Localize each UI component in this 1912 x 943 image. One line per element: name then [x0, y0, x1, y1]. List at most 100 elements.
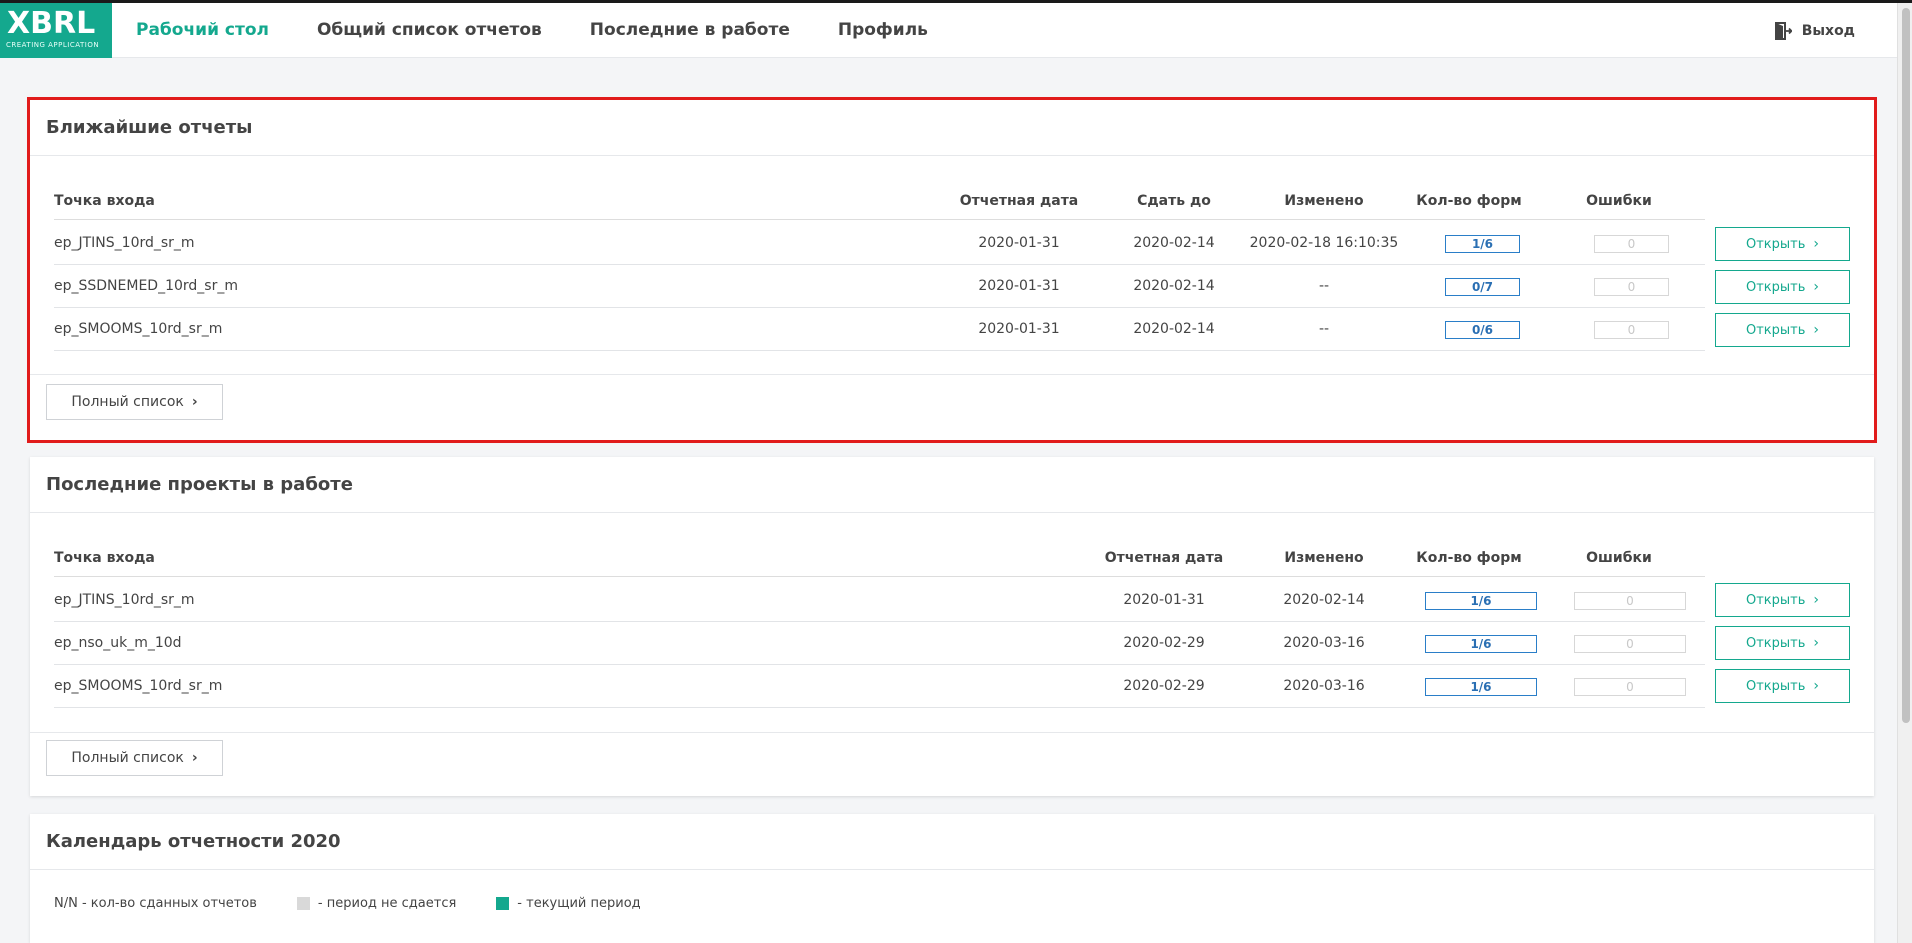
col-report-date: Отчетная дата: [1104, 550, 1224, 566]
logout-button[interactable]: Выход: [1774, 3, 1855, 58]
forms-count-badge[interactable]: 1/6: [1425, 678, 1537, 696]
legend-current-label: - текущий период: [517, 896, 641, 911]
chevron-right-icon: ›: [1813, 322, 1820, 338]
cell-due: 2020-02-14: [1133, 278, 1215, 294]
cell-report-date: 2020-01-31: [978, 235, 1060, 251]
chevron-right-icon: ›: [191, 394, 198, 410]
cell-report-date: 2020-01-31: [978, 321, 1060, 337]
cell-due: 2020-02-14: [1133, 235, 1215, 251]
col-entry: Точка входа: [54, 193, 155, 209]
cell-changed: 2020-02-14: [1283, 592, 1365, 608]
table-row: ep_JTINS_10rd_sr_m 2020-01-31 2020-02-14…: [54, 579, 1705, 622]
full-list-button[interactable]: Полный список ›: [46, 384, 223, 420]
legend-count: N/N - кол-во сданных отчетов: [54, 896, 257, 911]
cell-entry: ep_nso_uk_m_10d: [54, 635, 182, 651]
open-project-button[interactable]: Открыть ›: [1715, 583, 1850, 617]
cell-entry: ep_JTINS_10rd_sr_m: [54, 235, 195, 251]
open-button-label: Открыть: [1745, 635, 1806, 651]
chevron-right-icon: ›: [1813, 678, 1820, 694]
chevron-right-icon: ›: [1813, 635, 1820, 651]
cell-report-date: 2020-01-31: [1123, 592, 1205, 608]
upcoming-reports-table: Точка входа Отчетная дата Сдать до Измен…: [54, 182, 1705, 352]
open-report-button[interactable]: Открыть ›: [1715, 227, 1850, 261]
open-button-label: Открыть: [1745, 279, 1806, 295]
table-header: Точка входа Отчетная дата Сдать до Измен…: [54, 182, 1705, 220]
chevron-right-icon: ›: [191, 750, 198, 766]
logout-icon: [1774, 21, 1792, 40]
reporting-calendar-panel: Календарь отчетности 2020 N/N - кол-во с…: [30, 814, 1874, 943]
col-report-date: Отчетная дата: [959, 193, 1079, 209]
cell-changed: --: [1318, 321, 1330, 337]
open-button-label: Открыть: [1745, 592, 1806, 608]
legend-current: - текущий период: [496, 896, 641, 911]
legend-current-swatch: [496, 897, 510, 910]
cell-changed: --: [1318, 278, 1330, 294]
upcoming-reports-title: Ближайшие отчеты: [30, 100, 1874, 156]
col-forms: Кол-во форм: [1416, 550, 1522, 566]
chevron-right-icon: ›: [1813, 279, 1820, 295]
panel-footer: Полный список ›: [30, 374, 1874, 440]
col-errors: Ошибки: [1586, 193, 1652, 209]
nav-recent[interactable]: Последние в работе: [566, 3, 814, 58]
col-due: Сдать до: [1137, 193, 1211, 209]
logo-text: XBRL: [7, 6, 96, 41]
table-row: ep_SSDNEMED_10rd_sr_m 2020-01-31 2020-02…: [54, 265, 1705, 308]
nav-all-reports[interactable]: Общий список отчетов: [293, 3, 566, 58]
legend-not-due: - период не сдается: [296, 896, 457, 911]
errors-count-badge: 0: [1574, 678, 1686, 696]
recent-projects-table: Точка входа Отчетная дата Изменено Кол-в…: [54, 539, 1705, 709]
calendar-legend: N/N - кол-во сданных отчетов - период не…: [54, 896, 681, 911]
cell-entry: ep_SMOOMS_10rd_sr_m: [54, 321, 223, 337]
nav-desktop[interactable]: Рабочий стол: [112, 3, 293, 58]
col-changed: Изменено: [1284, 193, 1364, 209]
table-row: ep_SMOOMS_10rd_sr_m 2020-01-31 2020-02-1…: [54, 308, 1705, 351]
cell-changed: 2020-03-16: [1283, 678, 1365, 694]
col-entry: Точка входа: [54, 550, 155, 566]
open-button-label: Открыть: [1745, 678, 1806, 694]
col-changed: Изменено: [1284, 550, 1364, 566]
chevron-right-icon: ›: [1813, 592, 1820, 608]
errors-count-badge: 0: [1594, 235, 1669, 253]
table-header: Точка входа Отчетная дата Изменено Кол-в…: [54, 539, 1705, 577]
forms-count-badge[interactable]: 1/6: [1425, 592, 1537, 610]
cell-entry: ep_SSDNEMED_10rd_sr_m: [54, 278, 238, 294]
col-errors: Ошибки: [1586, 550, 1652, 566]
cell-report-date: 2020-02-29: [1123, 635, 1205, 651]
table-row: ep_JTINS_10rd_sr_m 2020-01-31 2020-02-14…: [54, 222, 1705, 265]
cell-changed: 2020-03-16: [1283, 635, 1365, 651]
cell-report-date: 2020-01-31: [978, 278, 1060, 294]
page-scrollbar-thumb[interactable]: [1902, 8, 1910, 723]
forms-count-badge[interactable]: 1/6: [1425, 635, 1537, 653]
app-logo[interactable]: XBRL CREATING APPLICATION: [0, 3, 112, 58]
open-button-label: Открыть: [1745, 236, 1806, 252]
open-report-button[interactable]: Открыть ›: [1715, 270, 1850, 304]
open-project-button[interactable]: Открыть ›: [1715, 626, 1850, 660]
full-list-label: Полный список: [71, 750, 184, 766]
cell-entry: ep_JTINS_10rd_sr_m: [54, 592, 195, 608]
cell-due: 2020-02-14: [1133, 321, 1215, 337]
table-row: ep_nso_uk_m_10d 2020-02-29 2020-03-16 1/…: [54, 622, 1705, 665]
full-list-label: Полный список: [71, 394, 184, 410]
forms-count-badge[interactable]: 0/6: [1445, 321, 1520, 339]
forms-count-badge[interactable]: 1/6: [1445, 235, 1520, 253]
legend-count-label: N/N - кол-во сданных отчетов: [54, 896, 257, 911]
full-list-button[interactable]: Полный список ›: [46, 740, 223, 776]
errors-count-badge: 0: [1594, 278, 1669, 296]
col-forms: Кол-во форм: [1416, 193, 1522, 209]
legend-not-due-label: - период не сдается: [317, 896, 457, 911]
upcoming-reports-panel: Ближайшие отчеты Точка входа Отчетная да…: [27, 97, 1877, 443]
chevron-right-icon: ›: [1813, 236, 1820, 252]
recent-projects-panel: Последние проекты в работе Точка входа О…: [30, 457, 1874, 796]
nav-profile[interactable]: Профиль: [814, 3, 952, 58]
main-nav: Рабочий стол Общий список отчетов Послед…: [112, 3, 952, 58]
table-row: ep_SMOOMS_10rd_sr_m 2020-02-29 2020-03-1…: [54, 665, 1705, 708]
errors-count-badge: 0: [1594, 321, 1669, 339]
recent-projects-title: Последние проекты в работе: [30, 457, 1874, 513]
top-navbar: XBRL CREATING APPLICATION Рабочий стол О…: [0, 3, 1897, 58]
cell-changed: 2020-02-18 16:10:35: [1249, 235, 1399, 251]
open-project-button[interactable]: Открыть ›: [1715, 669, 1850, 703]
cell-entry: ep_SMOOMS_10rd_sr_m: [54, 678, 223, 694]
open-report-button[interactable]: Открыть ›: [1715, 313, 1850, 347]
reporting-calendar-title: Календарь отчетности 2020: [30, 814, 1874, 870]
forms-count-badge[interactable]: 0/7: [1445, 278, 1520, 296]
